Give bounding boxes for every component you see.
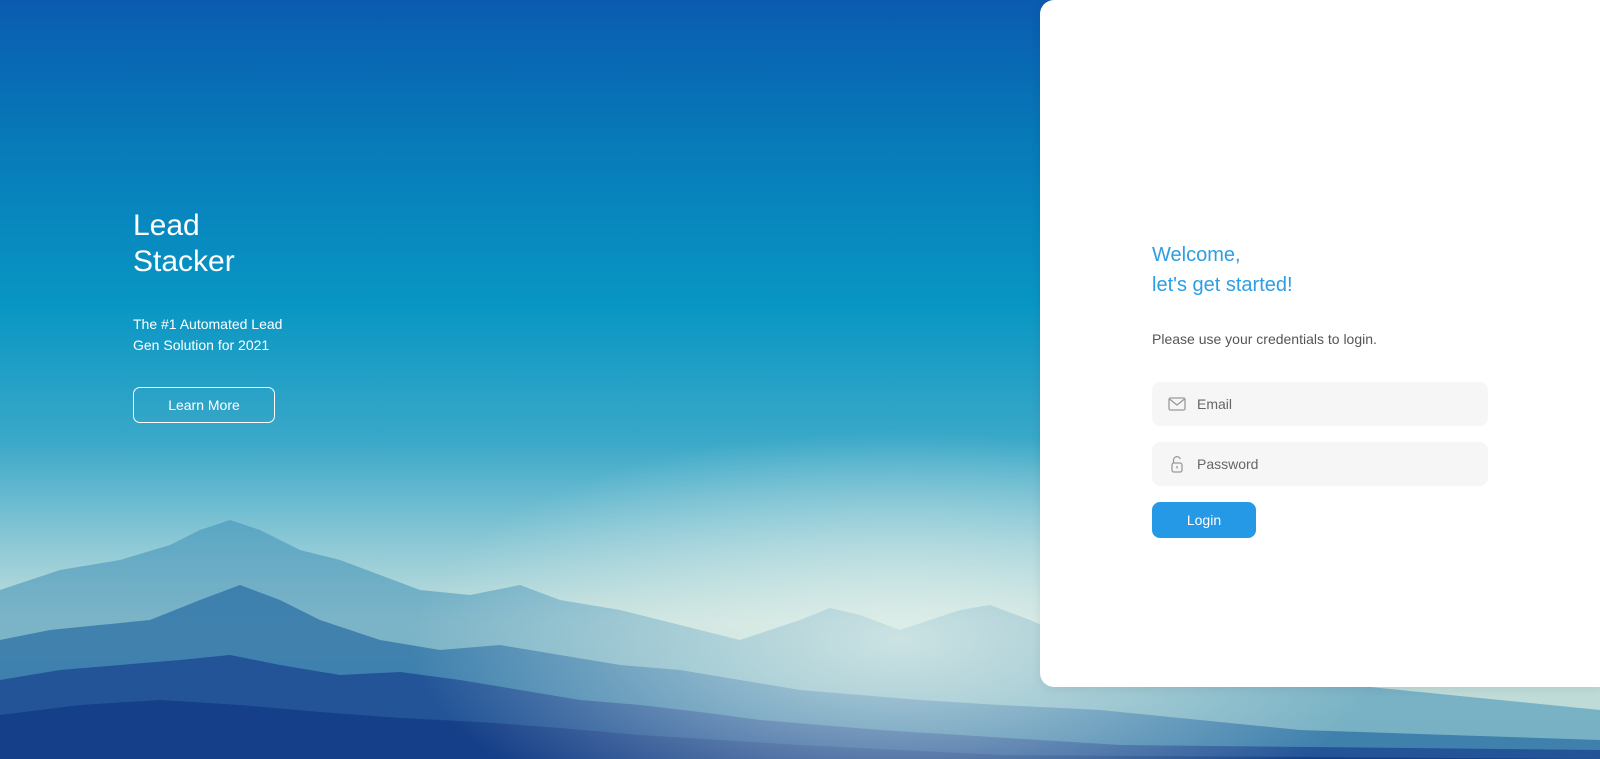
login-button[interactable]: Login [1152,502,1256,538]
password-field[interactable] [1152,442,1488,486]
mail-icon [1168,397,1186,411]
learn-more-button[interactable]: Learn More [133,387,275,423]
email-field[interactable] [1152,382,1488,426]
login-card: Welcome, let's get started! Please use y… [1040,0,1600,687]
welcome-line-2: let's get started! [1152,274,1293,296]
email-input[interactable] [1197,382,1477,426]
login-form: Welcome, let's get started! Please use y… [1152,240,1488,538]
brand-title: Lead Stacker [133,209,235,278]
welcome-line-1: Welcome, [1152,244,1241,266]
login-instructions: Please use your credentials to login. [1152,331,1377,347]
lock-icon [1171,456,1183,473]
password-input[interactable] [1197,442,1477,486]
brand-tagline: The #1 Automated Lead Gen Solution for 2… [133,316,283,353]
hero-section: Lead Stacker The #1 Automated Lead Gen S… [133,208,353,423]
welcome-heading: Welcome, let's get started! [1152,240,1488,300]
login-page: Lead Stacker The #1 Automated Lead Gen S… [0,0,1600,759]
